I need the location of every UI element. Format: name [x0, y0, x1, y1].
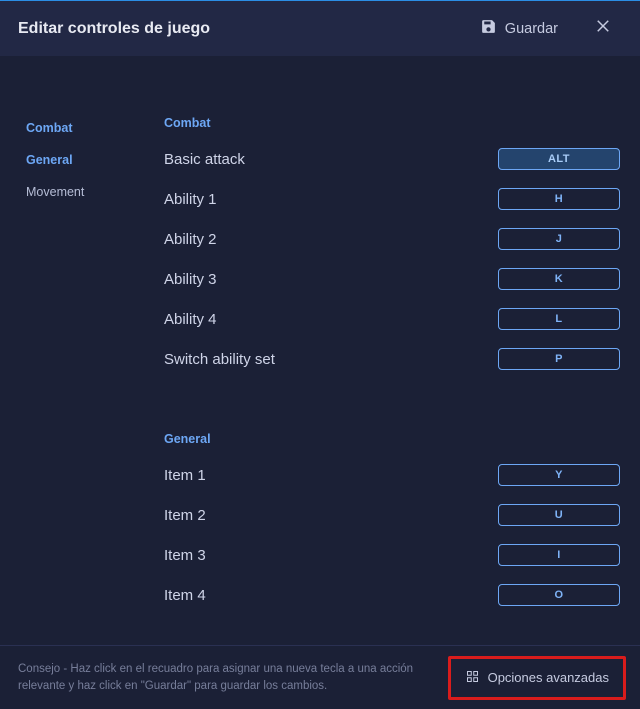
control-row: Item 1 Y [160, 464, 620, 486]
save-button-label: Guardar [505, 21, 558, 37]
sidebar-item-combat[interactable]: Combat [0, 112, 128, 144]
key-input[interactable]: ALT [498, 148, 620, 170]
key-input[interactable]: L [498, 308, 620, 330]
control-row: Item 4 O [160, 584, 620, 606]
key-input[interactable]: Y [498, 464, 620, 486]
control-row: Item 2 U [160, 504, 620, 526]
control-label: Ability 1 [164, 191, 217, 208]
key-input[interactable]: H [498, 188, 620, 210]
page-title: Editar controles de juego [18, 20, 462, 38]
control-row: Ability 3 K [160, 268, 620, 290]
main-panel: Combat Basic attack ALT Ability 1 H Abil… [128, 102, 640, 645]
section-title-combat: Combat [164, 116, 620, 130]
close-button[interactable] [582, 8, 624, 50]
control-label: Item 1 [164, 467, 206, 484]
control-row: Switch ability set P [160, 348, 620, 370]
advanced-icon [465, 669, 480, 687]
control-label: Basic attack [164, 151, 245, 168]
key-input[interactable]: I [498, 544, 620, 566]
control-row: Ability 2 J [160, 228, 620, 250]
save-icon [480, 18, 497, 39]
key-input[interactable]: U [498, 504, 620, 526]
control-label: Ability 2 [164, 231, 217, 248]
header: Editar controles de juego Guardar [0, 0, 640, 56]
close-icon [594, 17, 612, 40]
control-label: Item 2 [164, 507, 206, 524]
control-row: Ability 1 H [160, 188, 620, 210]
control-label: Item 4 [164, 587, 206, 604]
key-input[interactable]: J [498, 228, 620, 250]
advanced-options-label: Opciones avanzadas [488, 670, 609, 685]
control-label: Ability 4 [164, 311, 217, 328]
body: Combat General Movement Combat Basic att… [0, 56, 640, 645]
save-button[interactable]: Guardar [472, 12, 566, 45]
sidebar-item-movement[interactable]: Movement [0, 176, 128, 208]
control-label: Switch ability set [164, 351, 275, 368]
control-label: Ability 3 [164, 271, 217, 288]
sidebar-item-general[interactable]: General [0, 144, 128, 176]
sidebar: Combat General Movement [0, 102, 128, 645]
footer-tip: Consejo - Haz click en el recuadro para … [18, 661, 436, 694]
key-input[interactable]: K [498, 268, 620, 290]
advanced-options-button[interactable]: Opciones avanzadas [448, 656, 626, 700]
control-row: Item 3 I [160, 544, 620, 566]
footer: Consejo - Haz click en el recuadro para … [0, 645, 640, 709]
control-row: Basic attack ALT [160, 148, 620, 170]
key-input[interactable]: O [498, 584, 620, 606]
control-label: Item 3 [164, 547, 206, 564]
key-input[interactable]: P [498, 348, 620, 370]
section-title-general: General [164, 432, 620, 446]
control-row: Ability 4 L [160, 308, 620, 330]
